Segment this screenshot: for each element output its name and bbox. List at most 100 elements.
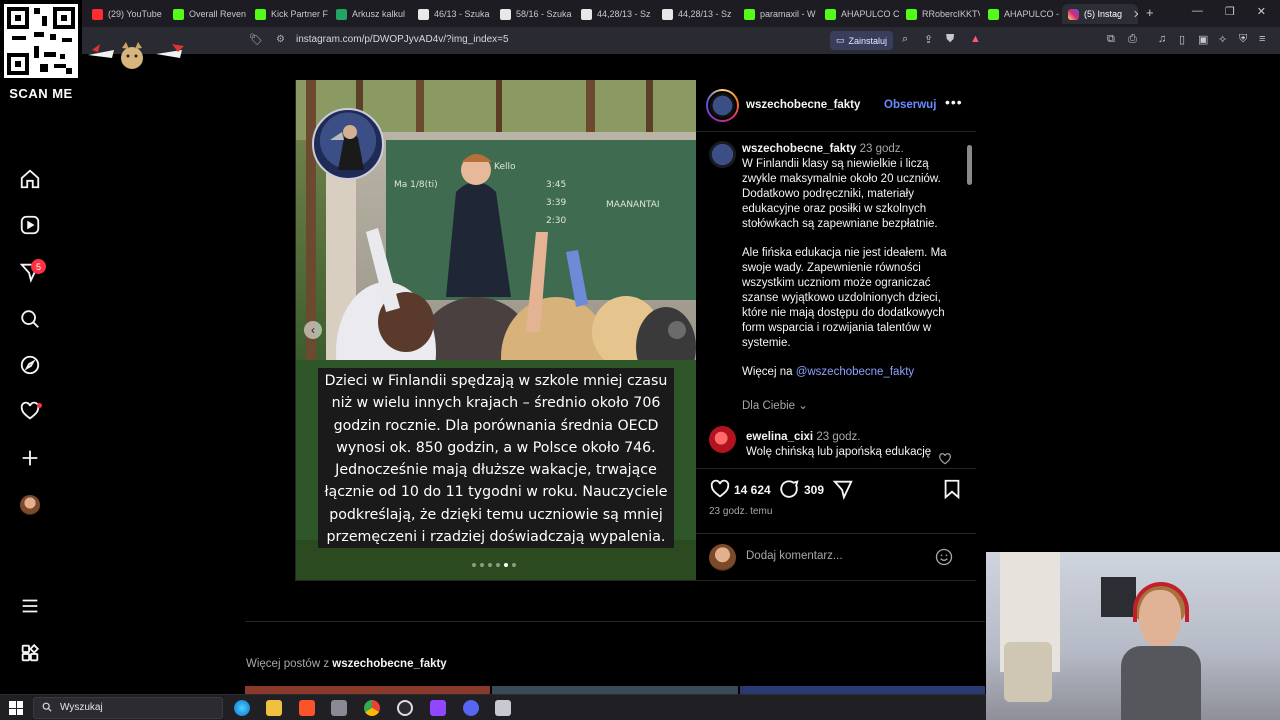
students-and-teacher (326, 132, 696, 360)
messages-badge: 5 (31, 259, 46, 274)
author-username[interactable]: wszechobecne_fakty (746, 99, 860, 111)
browser-tab[interactable]: Kick Partner F (255, 4, 329, 24)
post-thumbnail[interactable] (245, 686, 491, 694)
browser-tab[interactable]: 44,28/13 - Sz (581, 4, 655, 24)
browser-tab[interactable]: AHAPULCO C (825, 4, 899, 24)
follow-button[interactable]: Obserwuj (884, 99, 936, 111)
tab-favicon-icon (92, 8, 103, 20)
browser-tab[interactable]: 58/16 - Szuka (500, 4, 574, 24)
restore-icon[interactable]: ❐ (1225, 5, 1235, 18)
file-explorer-icon[interactable] (266, 700, 282, 716)
more-options-icon[interactable]: ••• (945, 94, 963, 110)
explore-icon[interactable] (18, 353, 42, 377)
brave-shield-icon[interactable]: ⛊ (946, 33, 954, 46)
search-icon[interactable] (18, 307, 42, 331)
url-field[interactable]: instagram.com/p/DWOPJyvAD4v/?img_index=5 (296, 34, 509, 45)
comment-like-icon[interactable] (938, 452, 952, 466)
brave-browser-icon[interactable] (299, 700, 315, 716)
author-avatar[interactable] (706, 89, 739, 122)
windows-start-icon[interactable] (9, 701, 23, 715)
qr-overlay: SCAN ME (0, 0, 82, 106)
emoji-icon[interactable] (934, 547, 954, 567)
profile-avatar[interactable] (20, 495, 40, 515)
carousel-dot[interactable] (496, 563, 500, 567)
vpn-icon[interactable]: ⛨ (1239, 33, 1247, 46)
carousel-next-button[interactable] (668, 321, 686, 339)
carousel-dot[interactable] (504, 563, 508, 567)
qr-label: SCAN ME (9, 86, 73, 101)
scrollbar-thumb[interactable] (967, 145, 972, 185)
comments-section[interactable]: wszechobecne_fakty 23 godz. W Finlandii … (696, 133, 976, 469)
discord-icon[interactable] (463, 700, 479, 716)
commenter-avatar[interactable] (709, 426, 736, 453)
obs-icon[interactable] (397, 700, 413, 716)
more-posts-username-link[interactable]: wszechobecne_fakty (332, 658, 446, 670)
image-caption-box: Dzieci w Finlandii spędzają w szkole mni… (318, 368, 674, 548)
comments-scrollbar[interactable] (966, 133, 974, 468)
caption-mention-link[interactable]: @wszechobecne_fakty (796, 366, 914, 378)
cat-emote (88, 42, 184, 69)
browser-tab[interactable]: (29) YouTube (92, 4, 166, 24)
menu-icon[interactable]: ≡ (1259, 33, 1265, 45)
comment-icon[interactable] (778, 478, 800, 500)
browser-tab[interactable]: Overall Reven (173, 4, 247, 24)
save-icon[interactable] (941, 478, 963, 500)
media-icon[interactable]: ♫ (1158, 33, 1166, 45)
wallet-icon[interactable]: ▣ (1198, 33, 1208, 46)
more-posts-heading: Więcej postów z wszechobecne_fakty (246, 658, 447, 670)
for-you-toggle[interactable]: Dla Ciebie ⌄ (742, 398, 808, 412)
comment-input[interactable]: Dodaj komentarz... (746, 550, 843, 562)
taskbar-search[interactable]: Wyszukaj (33, 697, 223, 719)
post-image[interactable]: Ma 1/8(ti) Kello 3:45 3:39 2:30 MAANANTA… (296, 80, 696, 580)
comment-username[interactable]: ewelina_cixi (746, 431, 813, 443)
stream-app-icon[interactable] (430, 700, 446, 716)
browser-tab[interactable]: paramaxil - W (744, 4, 818, 24)
rewards-icon[interactable]: ▲ (970, 33, 981, 45)
carousel-dot[interactable] (480, 563, 484, 567)
like-icon[interactable] (709, 478, 731, 500)
bookmark-icon[interactable]: 🏷 (249, 33, 263, 46)
minimize-icon[interactable]: — (1192, 5, 1203, 18)
post-thumbnail[interactable] (739, 686, 985, 694)
carousel-prev-button[interactable]: ‹ (304, 321, 322, 339)
sidebar-icon[interactable]: ▯ (1179, 33, 1185, 46)
close-window-icon[interactable]: ✕ (1257, 5, 1266, 18)
tab-instagram[interactable]: (5) Instag ✕ (1062, 4, 1138, 24)
share-icon[interactable] (832, 478, 854, 500)
create-icon[interactable] (18, 446, 42, 470)
close-tab-icon[interactable]: ✕ (1133, 8, 1138, 21)
post-thumbnail[interactable] (492, 686, 738, 694)
browser-tab[interactable]: 46/13 - Szuka (418, 4, 492, 24)
home-icon[interactable] (18, 167, 42, 191)
browser-tab[interactable]: 44,28/13 - Sz (662, 4, 736, 24)
tab-label: paramaxil - W (760, 9, 816, 19)
app-icon[interactable] (495, 700, 511, 716)
browser-tab[interactable]: Arkusz kalkul (336, 4, 410, 24)
ai-icon[interactable]: ✧ (1218, 33, 1227, 46)
install-app-button[interactable]: ▭ Zainstaluj (830, 31, 894, 50)
share-icon[interactable]: ⇪ (924, 33, 933, 46)
browser-tab[interactable]: RRobercIKKTV (906, 4, 980, 24)
carousel-dot[interactable] (512, 563, 516, 567)
screenshot-icon[interactable]: ⎙ (1128, 33, 1137, 46)
comments-count[interactable]: 309 (804, 483, 824, 497)
site-settings-icon[interactable]: ⚙ (276, 34, 285, 45)
caption-author-avatar[interactable] (709, 141, 736, 168)
meta-apps-icon[interactable] (18, 641, 42, 665)
chrome-icon[interactable] (364, 700, 380, 716)
section-divider (245, 621, 985, 622)
browser-tab[interactable]: AHAPULCO - (988, 4, 1062, 24)
new-tab-button[interactable]: + (1146, 5, 1154, 20)
qr-code (4, 4, 78, 78)
more-menu-icon[interactable] (18, 594, 42, 618)
carousel-dot[interactable] (472, 563, 476, 567)
carousel-dots (472, 563, 516, 567)
zoom-icon[interactable]: ⌕ (902, 33, 908, 46)
app-icon[interactable] (331, 700, 347, 716)
caption-username[interactable]: wszechobecne_fakty (742, 143, 856, 155)
likes-count[interactable]: 14 624 (734, 483, 771, 497)
reels-icon[interactable] (18, 213, 42, 237)
edge-icon[interactable] (234, 700, 250, 716)
carousel-dot[interactable] (488, 563, 492, 567)
extensions-icon[interactable]: ⧉ (1107, 33, 1115, 46)
